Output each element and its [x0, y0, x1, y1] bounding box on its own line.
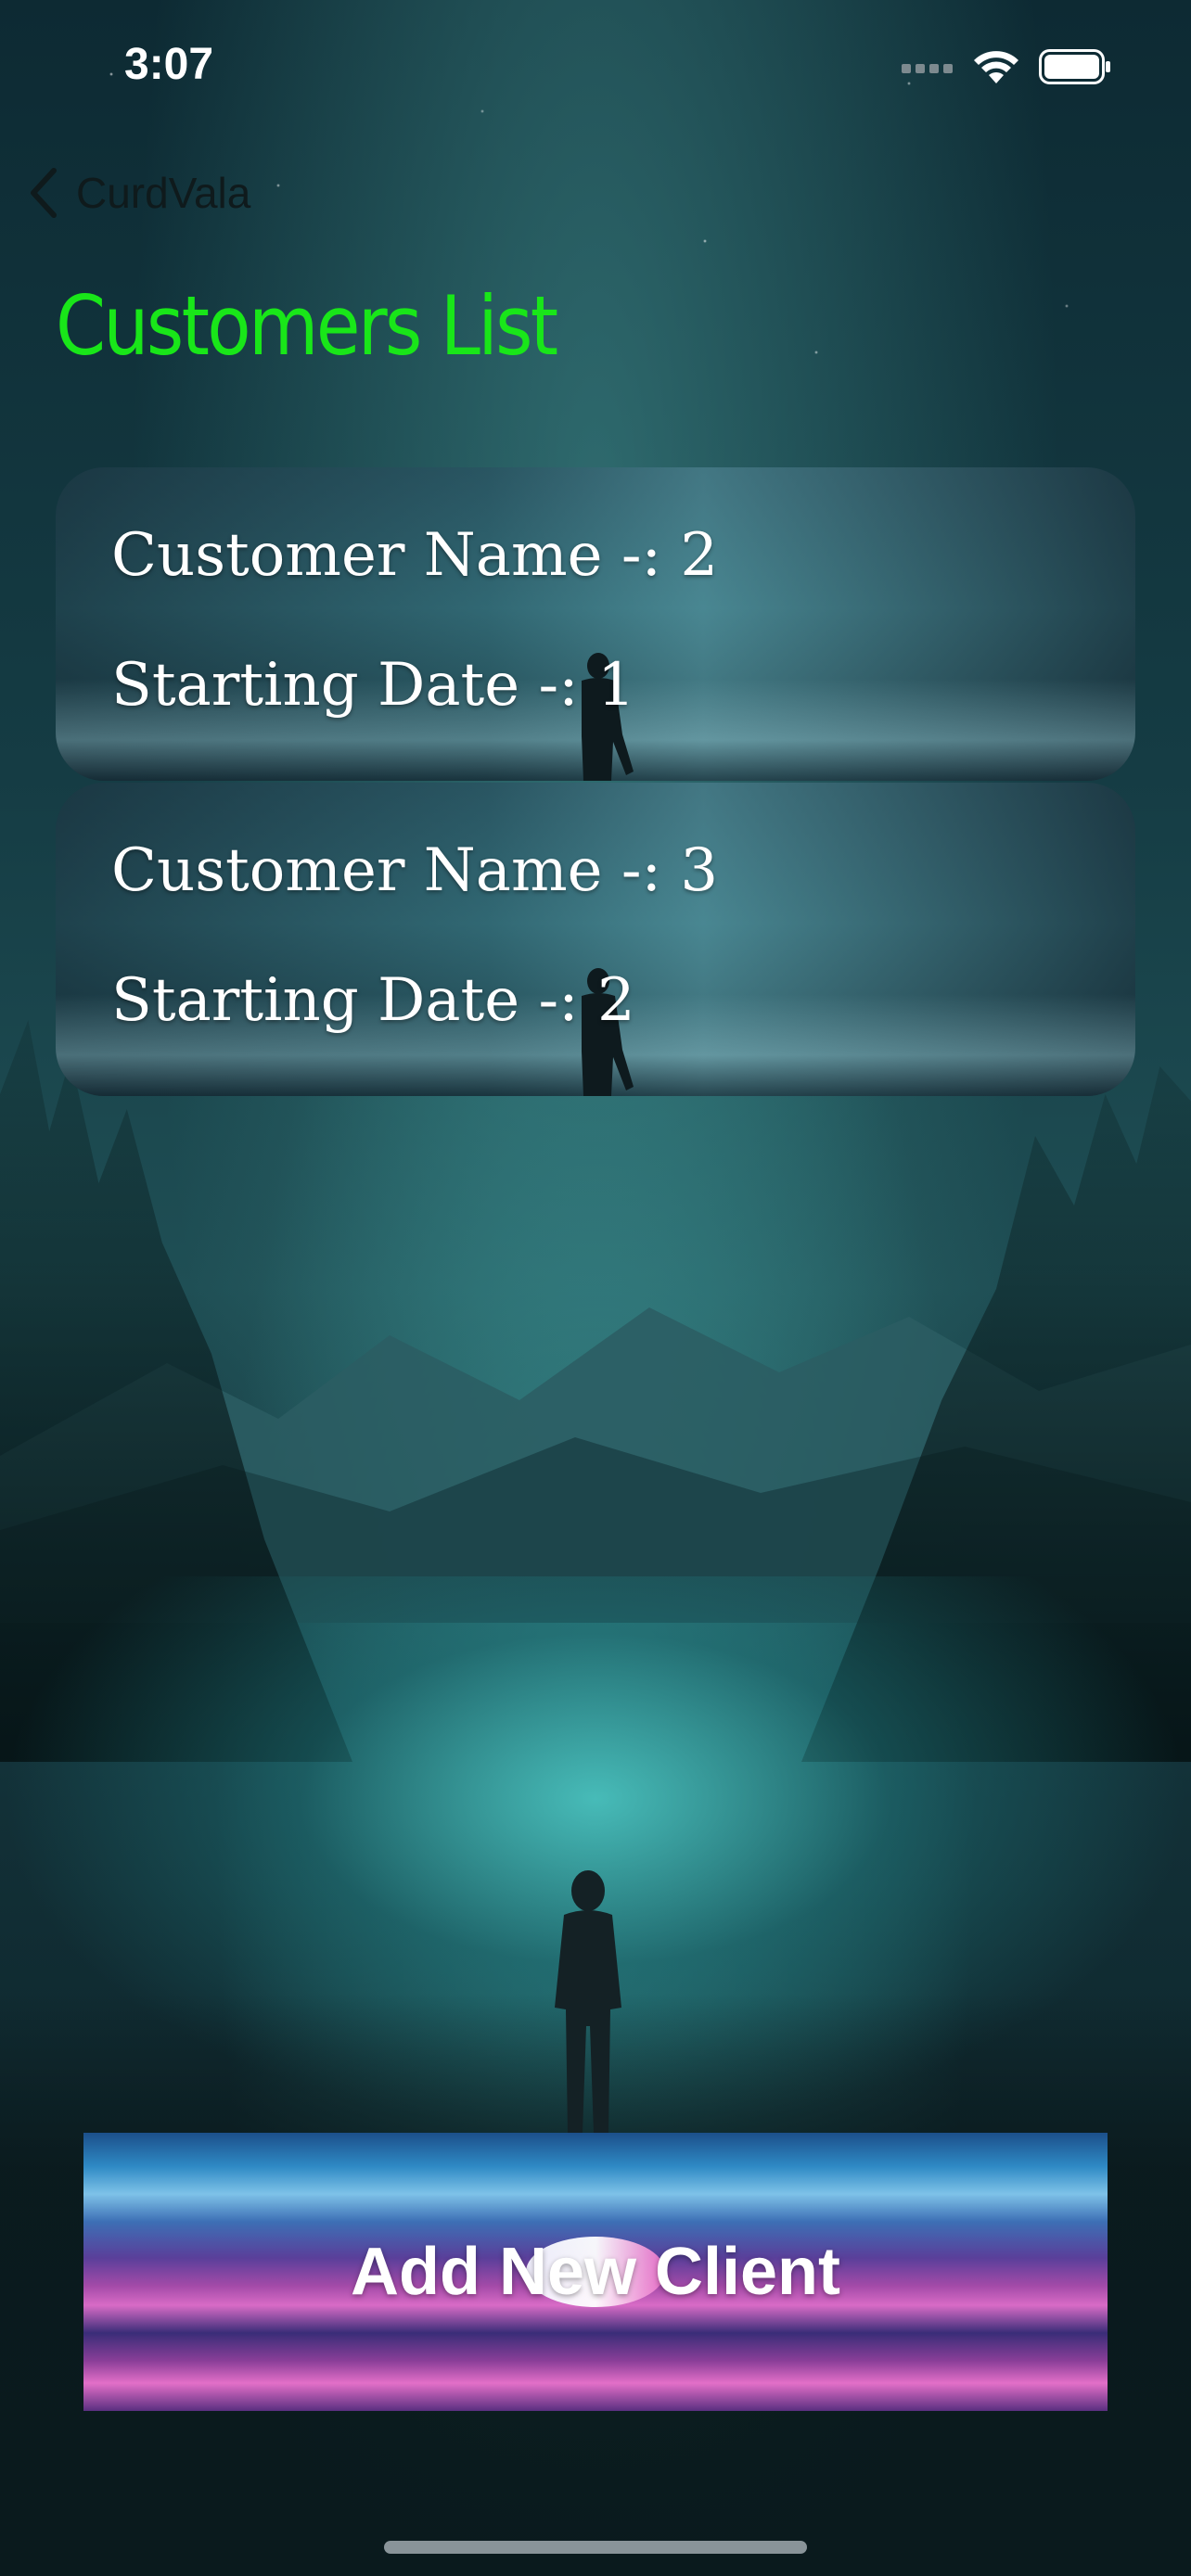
customer-card[interactable]: Customer Name -: 3 Starting Date -: 2	[56, 783, 1135, 1096]
wifi-icon	[974, 51, 1018, 83]
background-person-silhouette	[555, 1870, 621, 2133]
customer-name: Customer Name -: 3	[111, 836, 719, 905]
starting-date: Starting Date -: 1	[111, 651, 635, 720]
battery-icon	[1039, 49, 1110, 84]
chevron-left-icon	[31, 168, 57, 218]
add-new-client-button[interactable]: Add New Client	[83, 2133, 1108, 2411]
home-indicator	[384, 2541, 807, 2554]
page-title: Customers List	[56, 278, 558, 374]
customer-card[interactable]: Customer Name -: 2 Starting Date -: 1	[56, 467, 1135, 781]
app-screen: 3:07 CurdVala Customers List Customer Na…	[0, 0, 1191, 2576]
back-button[interactable]: CurdVala	[28, 158, 250, 228]
add-new-client-label: Add New Client	[350, 2235, 840, 2309]
status-time: 3:07	[124, 40, 214, 89]
status-icons	[902, 48, 1111, 85]
back-label: CurdVala	[76, 169, 251, 217]
status-bar: 3:07	[0, 0, 1191, 130]
starting-date: Starting Date -: 2	[111, 966, 635, 1035]
cellular-signal-icon	[902, 64, 953, 73]
customer-name: Customer Name -: 2	[111, 521, 719, 590]
